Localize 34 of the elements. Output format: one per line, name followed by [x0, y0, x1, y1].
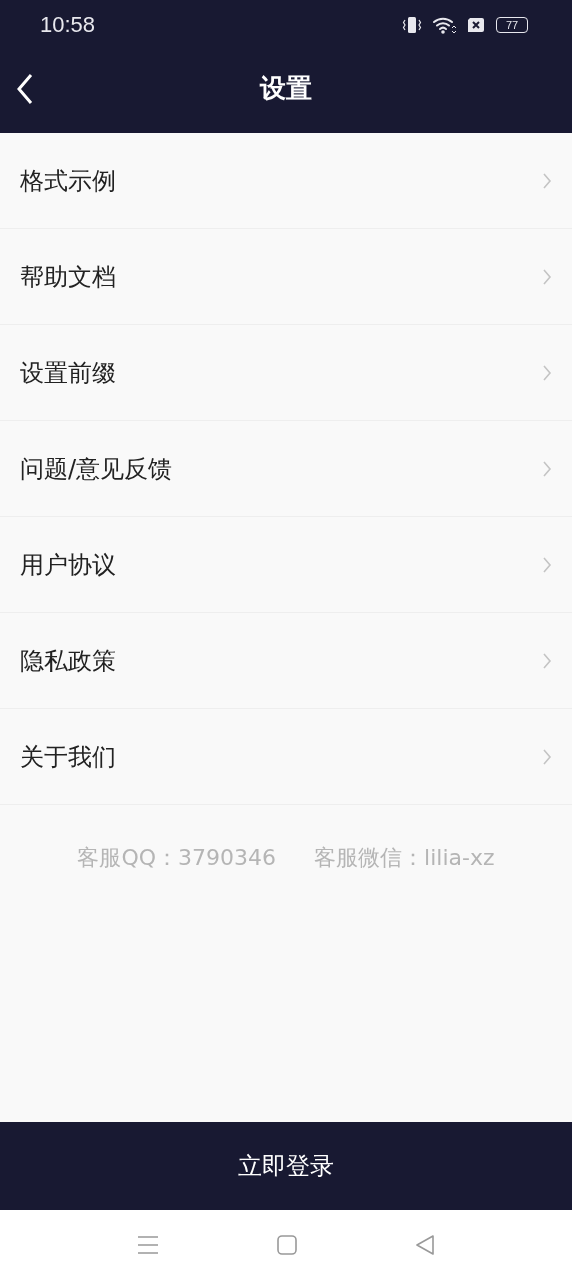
menu-item[interactable]: 关于我们	[0, 709, 572, 805]
login-button[interactable]: 立即登录	[0, 1122, 572, 1210]
menu-item-label: 格式示例	[20, 165, 116, 197]
menu-icon	[137, 1235, 159, 1255]
chevron-right-icon	[542, 171, 552, 190]
menu-item[interactable]: 帮助文档	[0, 229, 572, 325]
menu-item[interactable]: 用户协议	[0, 517, 572, 613]
menu-item-label: 问题/意见反馈	[20, 453, 173, 485]
menu-item[interactable]: 问题/意见反馈	[0, 421, 572, 517]
page-title: 设置	[260, 72, 312, 105]
menu-item-label: 隐私政策	[20, 645, 116, 677]
battery-level: 77	[505, 19, 519, 31]
menu-item[interactable]: 隐私政策	[0, 613, 572, 709]
wifi-icon	[432, 15, 456, 35]
chevron-right-icon	[542, 747, 552, 766]
menu-item-label: 设置前缀	[20, 357, 116, 389]
sim-icon	[466, 17, 486, 33]
chevron-right-icon	[542, 363, 552, 382]
status-time: 10:58	[40, 12, 96, 38]
menu-item-label: 关于我们	[20, 741, 116, 773]
menu-item-label: 用户协议	[20, 549, 116, 581]
chevron-right-icon	[542, 267, 552, 286]
menu-item-label: 帮助文档	[20, 261, 116, 293]
chevron-right-icon	[542, 459, 552, 478]
square-icon	[277, 1235, 297, 1255]
chevron-right-icon	[542, 651, 552, 670]
contact-info: 客服微信：lilia-xz	[314, 844, 495, 872]
contact-info: 客服QQ：3790346	[77, 844, 277, 872]
chevron-right-icon	[542, 555, 552, 574]
menu-item[interactable]: 设置前缀	[0, 325, 572, 421]
menu-item[interactable]: 格式示例	[0, 133, 572, 229]
back-icon	[16, 72, 34, 105]
vibrate-icon	[402, 15, 422, 35]
triangle-icon	[415, 1235, 435, 1255]
